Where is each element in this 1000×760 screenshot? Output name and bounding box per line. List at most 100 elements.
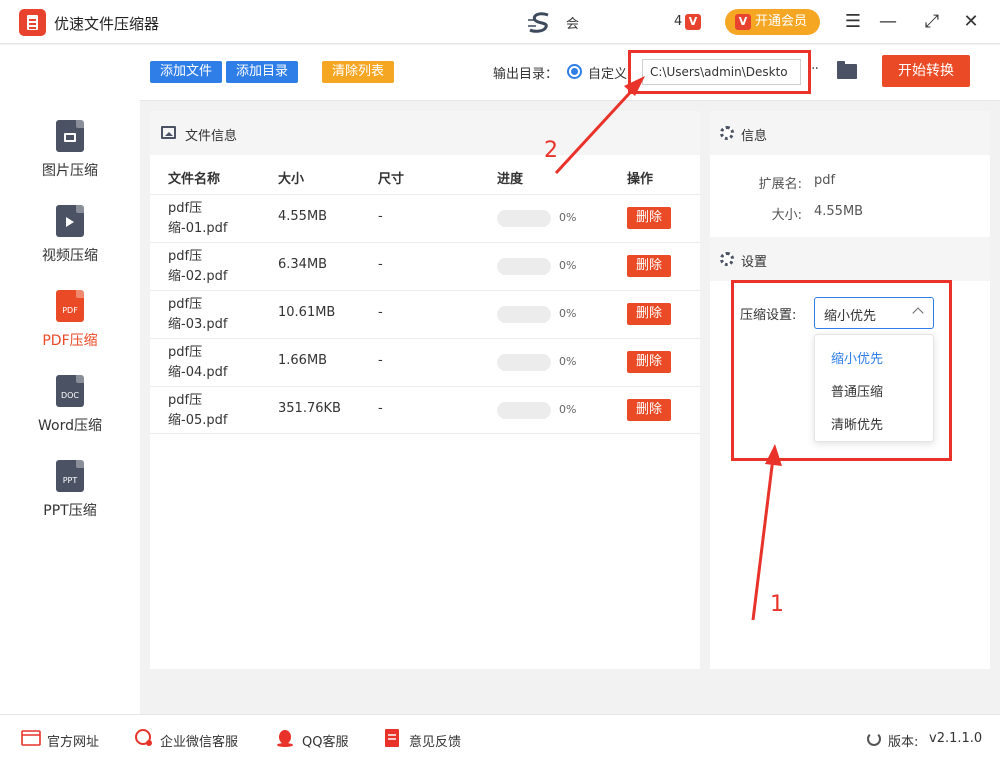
maximize-icon[interactable]: ⤢ <box>920 10 944 34</box>
info-settings-panel: 信息 扩展名: pdf 大小: 4.55MB 设置 压缩设置: 缩小优先 缩小优… <box>710 111 990 669</box>
ppt-file-icon: PPT <box>56 460 84 492</box>
sidebar-item-video[interactable]: 视频压缩 <box>0 205 140 285</box>
dropdown-option[interactable]: 缩小优先 <box>831 348 883 367</box>
file-dimension: - <box>378 257 383 272</box>
add-folder-button[interactable]: 添加目录 <box>226 61 298 83</box>
sidebar-item-ppt[interactable]: PPT PPT压缩 <box>0 460 140 540</box>
custom-dir-label[interactable]: 自定义 <box>588 63 627 82</box>
table-row[interactable]: pdf压缩-05.pdf 351.76KB - 0% 删除 <box>150 386 700 434</box>
sidebar: 图片压缩 视频压缩 PDF PDF压缩 DOC Word压缩 PPT PPT压缩 <box>0 45 140 714</box>
version-label: 版本: <box>888 735 919 750</box>
delete-button[interactable]: 删除 <box>627 255 671 277</box>
folder-icon[interactable] <box>837 61 857 79</box>
website-icon <box>21 730 41 746</box>
file-dimension: - <box>378 353 383 368</box>
settings-header: 设置 <box>710 237 990 281</box>
website-link[interactable]: 官方网址 <box>47 731 99 750</box>
table-row[interactable]: pdf压缩-02.pdf 6.34MB - 0% 删除 <box>150 242 700 290</box>
app-title: 优速文件压缩器 <box>54 15 160 33</box>
progress-text: 0% <box>559 211 577 224</box>
annotation-number-1: 1 <box>770 592 784 617</box>
file-name: pdf压缩-01.pdf <box>168 201 228 236</box>
gear-icon <box>720 252 734 266</box>
compress-options-dropdown: 缩小优先 普通压缩 清晰优先 <box>814 334 934 442</box>
progress-text: 0% <box>559 307 577 320</box>
vip-button[interactable]: V 开通会员 <box>725 9 820 35</box>
doc-file-icon: DOC <box>56 375 84 407</box>
delete-button[interactable]: 删除 <box>627 399 671 421</box>
dropdown-option[interactable]: 普通压缩 <box>831 381 883 400</box>
progress-bar <box>497 258 551 275</box>
add-file-button[interactable]: 添加文件 <box>150 61 222 83</box>
image-icon <box>161 126 176 139</box>
file-name: pdf压缩-04.pdf <box>168 345 228 380</box>
file-info-header: 文件信息 <box>150 111 700 155</box>
gear-icon <box>720 126 734 140</box>
sidebar-item-image[interactable]: 图片压缩 <box>0 120 140 200</box>
start-convert-button[interactable]: 开始转换 <box>882 55 970 87</box>
file-size: 351.76KB <box>278 401 341 416</box>
delete-button[interactable]: 删除 <box>627 303 671 325</box>
clear-list-button[interactable]: 清除列表 <box>322 61 394 83</box>
menu-icon[interactable]: ☰ <box>841 10 865 34</box>
file-dimension: - <box>378 401 383 416</box>
table-row[interactable]: pdf压缩-01.pdf 4.55MB - 0% 删除 <box>150 194 700 242</box>
output-dir-label: 输出目录： <box>493 67 559 82</box>
file-list-panel: 文件信息 文件名称 大小 尺寸 进度 操作 pdf压缩-01.pdf 4.55M… <box>150 111 700 669</box>
feedback-icon <box>385 729 399 747</box>
file-dimension: - <box>378 305 383 320</box>
file-dimension: - <box>378 209 383 224</box>
refresh-icon[interactable] <box>867 732 881 746</box>
close-icon[interactable]: ✕ <box>959 10 983 34</box>
video-file-icon <box>56 205 84 237</box>
app-logo-icon <box>19 9 46 36</box>
chevron-up-icon <box>912 307 924 319</box>
sidebar-item-label: Word压缩 <box>38 418 102 434</box>
compress-setting-label: 压缩设置: <box>740 308 797 323</box>
wechat-support-link[interactable]: 企业微信客服 <box>160 731 238 750</box>
file-info-title: 文件信息 <box>185 129 238 144</box>
qq-icon <box>277 730 293 747</box>
sidebar-item-label: 视频压缩 <box>42 248 98 264</box>
extension-label: 扩展名: <box>758 177 802 192</box>
qq-support-link[interactable]: QQ客服 <box>302 731 348 750</box>
dropdown-option[interactable]: 清晰优先 <box>831 414 883 433</box>
sidebar-item-label: PPT压缩 <box>43 503 97 519</box>
column-header-name: 文件名称 <box>168 172 221 187</box>
column-header-dimension: 尺寸 <box>378 172 405 187</box>
select-value: 缩小优先 <box>824 309 877 324</box>
toolbar: 添加文件 添加目录 清除列表 输出目录： 自定义 ·· 开始转换 <box>140 45 1000 101</box>
file-name: pdf压缩-05.pdf <box>168 393 228 428</box>
vip-count: 4 <box>674 14 683 29</box>
feedback-link[interactable]: 意见反馈 <box>409 731 461 750</box>
more-options-icon[interactable]: ·· <box>811 61 819 77</box>
table-row[interactable]: pdf压缩-03.pdf 10.61MB - 0% 删除 <box>150 290 700 338</box>
progress-bar <box>497 306 551 323</box>
progress-text: 0% <box>559 355 577 368</box>
version-value: v2.1.1.0 <box>929 731 983 746</box>
column-header-action: 操作 <box>627 172 654 187</box>
progress-bar <box>497 354 551 371</box>
custom-dir-radio[interactable] <box>567 64 582 79</box>
title-bar: 优速文件压缩器 会 4 V V 开通会员 ☰ — ⤢ ✕ <box>0 0 1000 44</box>
column-header-size: 大小 <box>278 172 305 187</box>
delete-button[interactable]: 删除 <box>627 351 671 373</box>
file-name: pdf压缩-02.pdf <box>168 249 228 284</box>
progress-text: 0% <box>559 259 577 272</box>
user-name[interactable]: 会 <box>566 13 579 32</box>
file-size: 1.66MB <box>278 353 328 368</box>
sidebar-item-word[interactable]: DOC Word压缩 <box>0 375 140 455</box>
user-logo-icon <box>528 12 549 33</box>
table-row[interactable]: pdf压缩-04.pdf 1.66MB - 0% 删除 <box>150 338 700 386</box>
output-path-input[interactable] <box>642 59 801 85</box>
compress-setting-select[interactable]: 缩小优先 <box>814 297 934 329</box>
extension-value: pdf <box>814 173 836 188</box>
delete-button[interactable]: 删除 <box>627 207 671 229</box>
vip-badge-icon: V <box>735 14 751 30</box>
file-name: pdf压缩-03.pdf <box>168 297 228 332</box>
progress-bar <box>497 402 551 419</box>
minimize-icon[interactable]: — <box>876 10 900 34</box>
sidebar-item-pdf[interactable]: PDF PDF压缩 <box>0 290 140 370</box>
sidebar-item-label: 图片压缩 <box>42 163 98 179</box>
vip-button-label: 开通会员 <box>755 14 808 29</box>
